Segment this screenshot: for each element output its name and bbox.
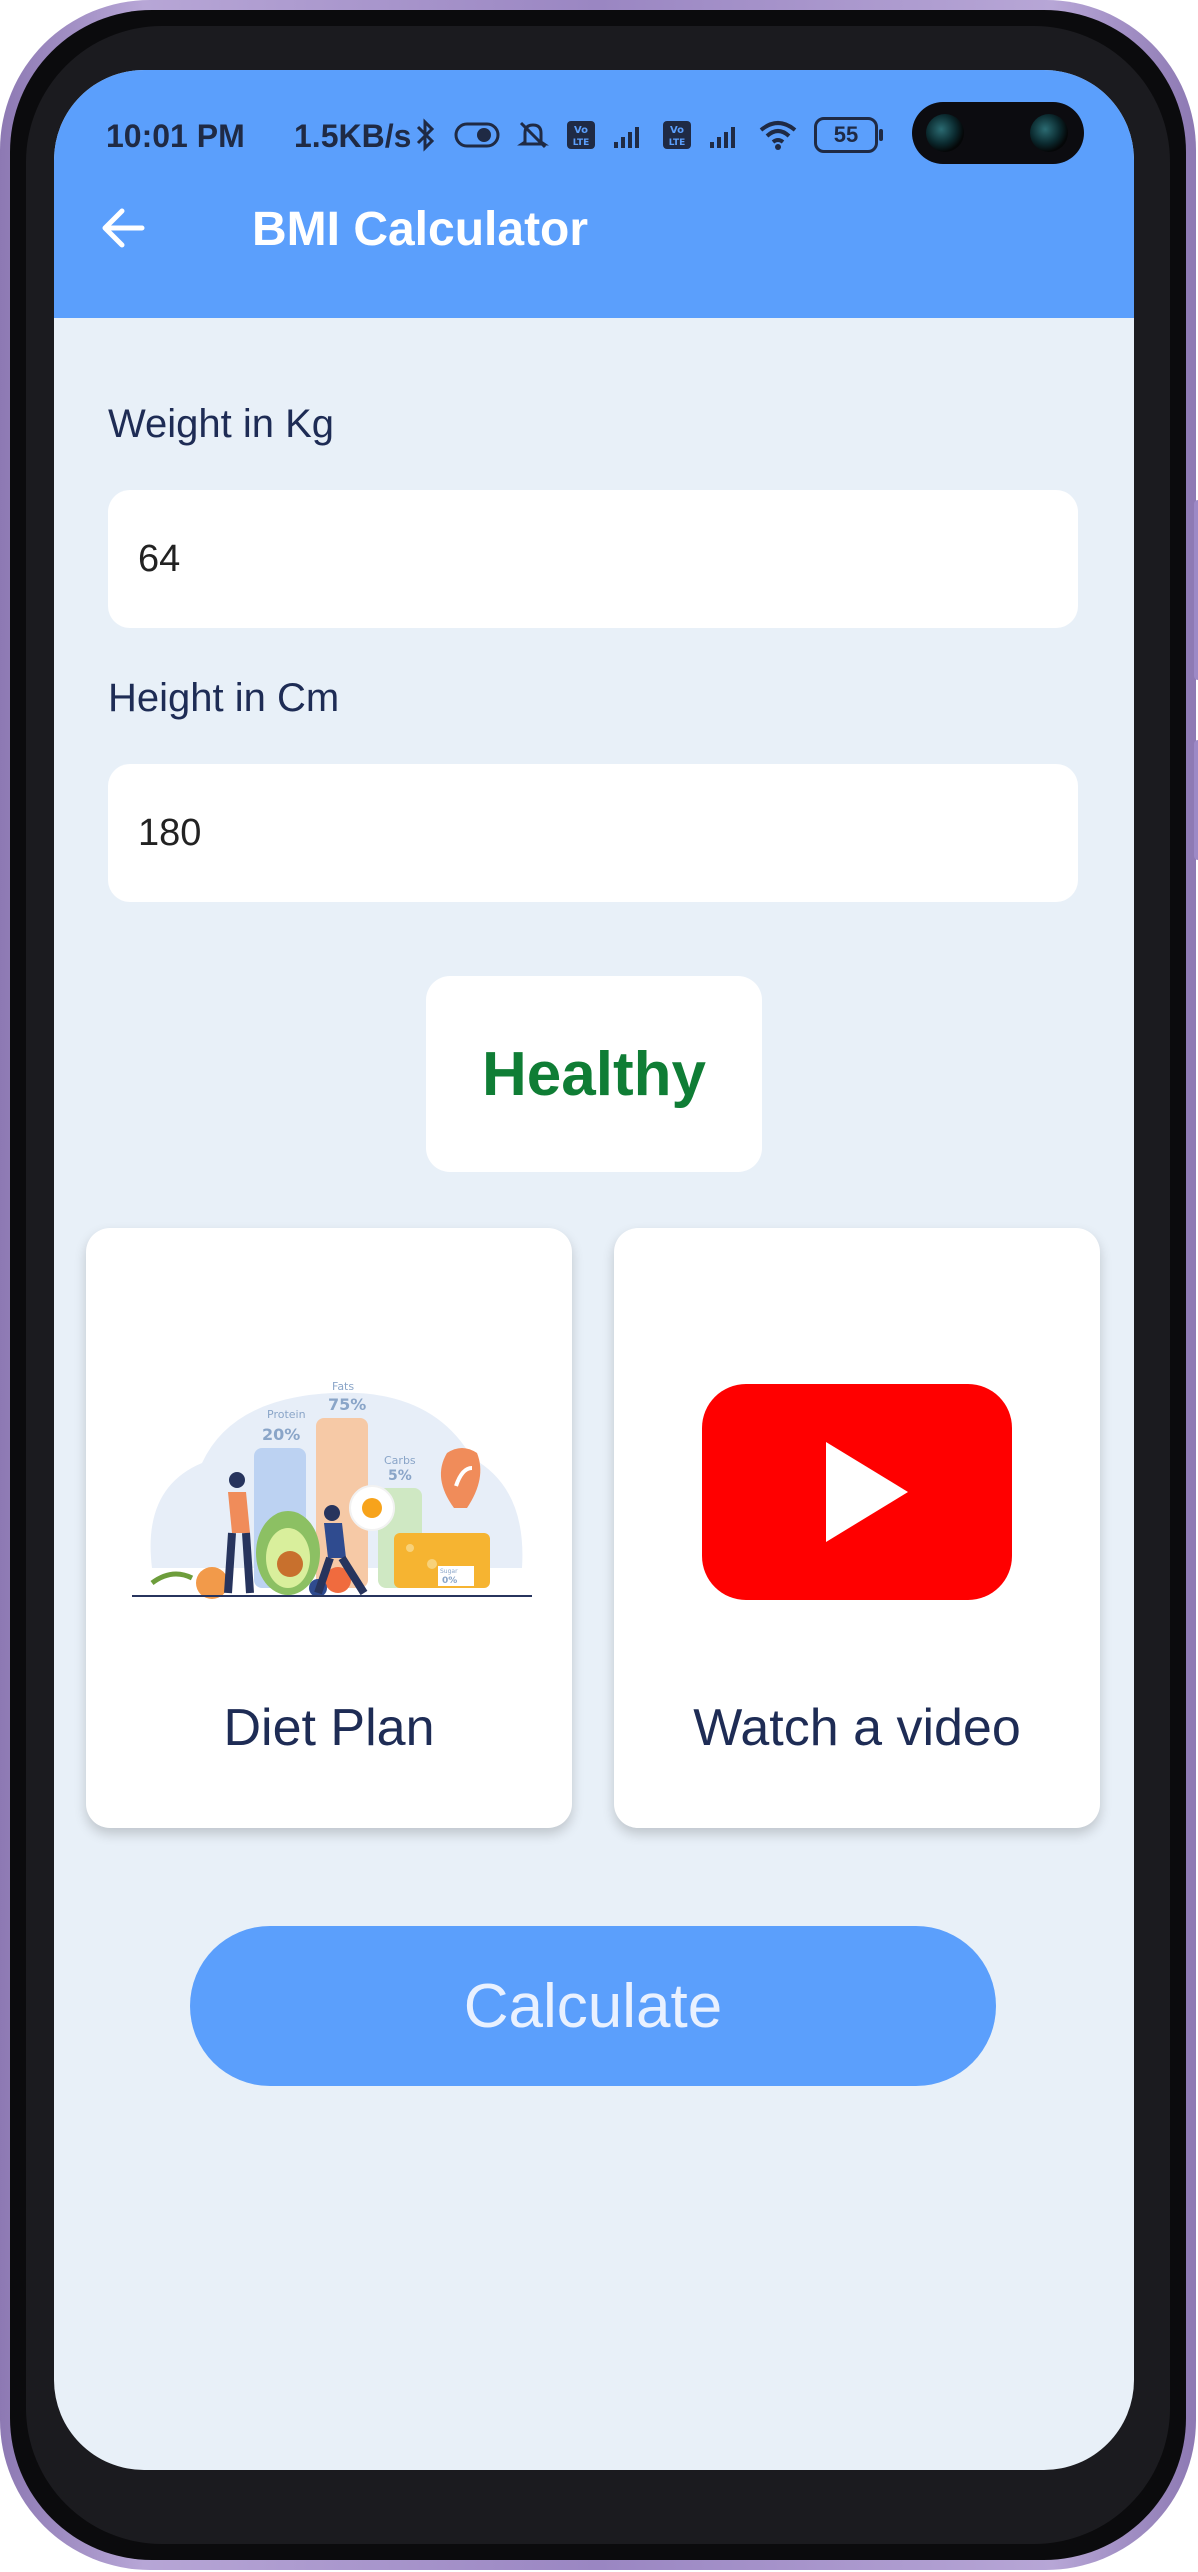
camera-cutout xyxy=(912,102,1084,164)
battery-icon: 55 xyxy=(814,117,883,153)
volume-button xyxy=(1194,500,1198,680)
watch-video-card[interactable]: Watch a video xyxy=(614,1228,1100,1828)
status-icons: Vo LTE Vo LTE 55 xyxy=(414,110,883,160)
mute-icon xyxy=(517,121,549,149)
wifi-icon xyxy=(759,121,797,150)
diet-plan-label: Diet Plan xyxy=(223,1699,435,1757)
height-label: Height in Cm xyxy=(108,676,340,720)
fats-label: Fats xyxy=(332,1380,354,1393)
svg-text:LTE: LTE xyxy=(573,138,590,148)
volte-icon: Vo LTE xyxy=(663,121,691,149)
carbs-label: Carbs xyxy=(384,1454,416,1467)
signal-icon xyxy=(614,127,639,148)
protein-label: Protein xyxy=(267,1408,306,1421)
calculate-button[interactable]: Calculate xyxy=(190,1926,996,2086)
carbs-value: 5% xyxy=(388,1468,412,1484)
height-input[interactable]: 180 xyxy=(108,764,1078,902)
arrow-left-icon[interactable] xyxy=(94,198,154,258)
camera-lens-icon xyxy=(1030,114,1068,152)
power-button xyxy=(1194,740,1198,860)
app-bar: 10:01 PM 1.5KB/s Vo LTE Vo LTE 55 BMI Calc… xyxy=(54,70,1134,318)
bmi-result-badge: Healthy xyxy=(426,976,762,1172)
status-bar: 10:01 PM 1.5KB/s Vo LTE Vo LTE 55 xyxy=(54,70,1134,200)
svg-text:Vo: Vo xyxy=(574,125,588,136)
weight-label: Weight in Kg xyxy=(108,402,335,446)
svg-text:Vo: Vo xyxy=(670,125,684,136)
volte-icon: Vo LTE xyxy=(567,121,595,149)
svg-text:LTE: LTE xyxy=(669,138,686,148)
toggle-icon xyxy=(454,122,500,148)
bluetooth-icon xyxy=(416,118,435,152)
bmi-result-text: Healthy xyxy=(482,1039,706,1109)
sugar-label: Sugar xyxy=(440,1568,458,1575)
app-screen: 10:01 PM 1.5KB/s Vo LTE Vo LTE 55 BMI Calc… xyxy=(54,70,1134,2470)
youtube-play-icon xyxy=(702,1384,1012,1600)
fats-value: 75% xyxy=(328,1395,366,1414)
sugar-value: 0% xyxy=(442,1576,457,1586)
status-time: 10:01 PM xyxy=(106,118,245,154)
camera-lens-icon xyxy=(926,114,964,152)
signal-icon xyxy=(710,127,735,148)
weight-input[interactable]: 64 xyxy=(108,490,1078,628)
status-net-speed: 1.5KB/s xyxy=(294,118,412,154)
calculate-button-label: Calculate xyxy=(463,1971,723,2041)
protein-value: 20% xyxy=(262,1425,300,1444)
page-title: BMI Calculator xyxy=(252,203,589,256)
diet-plan-card[interactable]: Protein 20% Fats 75% Carbs 5% Sugar 0% D… xyxy=(86,1228,572,1828)
diet-illustration: Protein 20% Fats 75% Carbs 5% Sugar 0% xyxy=(132,1380,532,1599)
watch-video-label: Watch a video xyxy=(693,1699,1021,1757)
